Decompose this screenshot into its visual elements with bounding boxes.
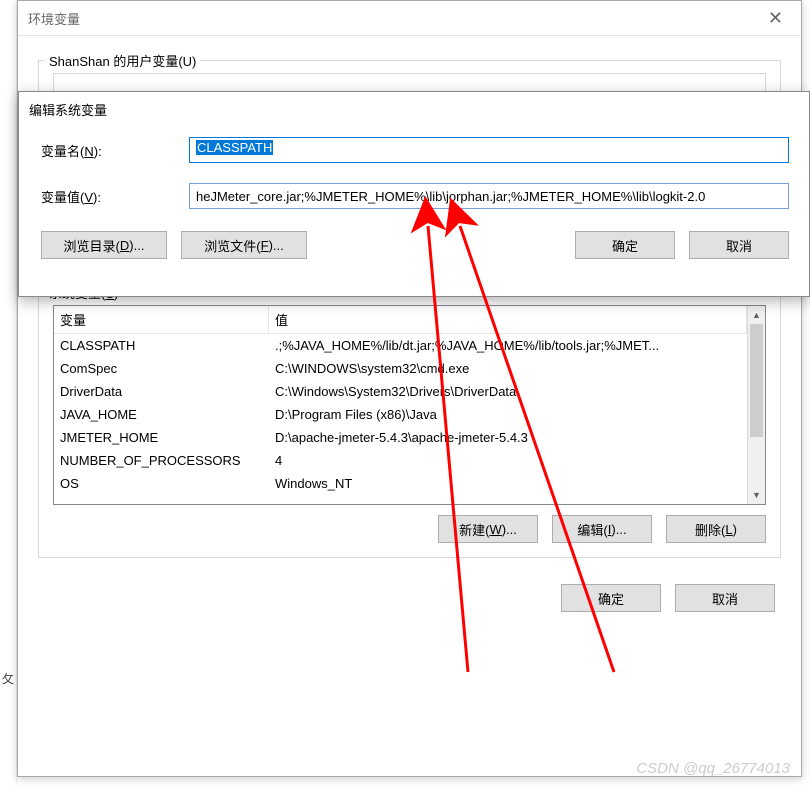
edit-sys-var-dialog: 编辑系统变量 变量名(N): CLASSPATH 变量值(V): 浏览目录(D)… — [18, 91, 810, 297]
browse-dir-button[interactable]: 浏览目录(D)... — [41, 231, 167, 259]
var-name-label: 变量名(N): — [41, 141, 189, 160]
sys-vars-header: 变量 值 — [54, 306, 747, 334]
table-row[interactable]: JAVA_HOMED:\Program Files (x86)\Java — [54, 403, 747, 426]
main-ok-button[interactable]: 确定 — [561, 584, 661, 612]
browse-file-button[interactable]: 浏览文件(F)... — [181, 231, 307, 259]
scroll-down-icon[interactable]: ▼ — [748, 486, 765, 504]
sys-new-button[interactable]: 新建(W)... — [438, 515, 538, 543]
var-value-label: 变量值(V): — [41, 187, 189, 206]
sys-vars-group: 系统变量(S) 变量 值 CLASSPATH.;%JAVA_HOME%/lib/… — [38, 292, 781, 558]
var-value-input[interactable] — [189, 183, 789, 209]
table-row[interactable]: DriverDataC:\Windows\System32\Drivers\Dr… — [54, 380, 747, 403]
col-header-variable[interactable]: 变量 — [54, 306, 269, 333]
edit-dialog-title: 编辑系统变量 — [19, 92, 809, 133]
var-name-input[interactable]: CLASSPATH — [189, 137, 789, 163]
main-cancel-button[interactable]: 取消 — [675, 584, 775, 612]
sys-vars-scrollbar[interactable]: ▲ ▼ — [747, 306, 765, 504]
table-row[interactable]: NUMBER_OF_PROCESSORS4 — [54, 449, 747, 472]
table-row[interactable]: CLASSPATH.;%JAVA_HOME%/lib/dt.jar;%JAVA_… — [54, 334, 747, 357]
sys-delete-button[interactable]: 删除(L) — [666, 515, 766, 543]
col-header-value[interactable]: 值 — [269, 306, 747, 333]
close-icon[interactable]: ✕ — [760, 8, 791, 29]
edit-cancel-button[interactable]: 取消 — [689, 231, 789, 259]
sys-vars-list[interactable]: 变量 值 CLASSPATH.;%JAVA_HOME%/lib/dt.jar;%… — [53, 305, 766, 505]
left-panel-marker: 攵 — [2, 670, 14, 687]
window-title: 环境变量 — [28, 9, 760, 28]
scroll-thumb[interactable] — [750, 324, 763, 437]
user-vars-label: ShanShan 的用户变量(U) — [45, 51, 200, 70]
table-row[interactable]: JMETER_HOMED:\apache-jmeter-5.4.3\apache… — [54, 426, 747, 449]
sys-edit-button[interactable]: 编辑(I)... — [552, 515, 652, 543]
edit-ok-button[interactable]: 确定 — [575, 231, 675, 259]
table-row[interactable]: OSWindows_NT — [54, 472, 747, 495]
titlebar: 环境变量 ✕ — [18, 1, 801, 36]
table-row[interactable]: ComSpecC:\WINDOWS\system32\cmd.exe — [54, 357, 747, 380]
scroll-up-icon[interactable]: ▲ — [748, 306, 765, 324]
